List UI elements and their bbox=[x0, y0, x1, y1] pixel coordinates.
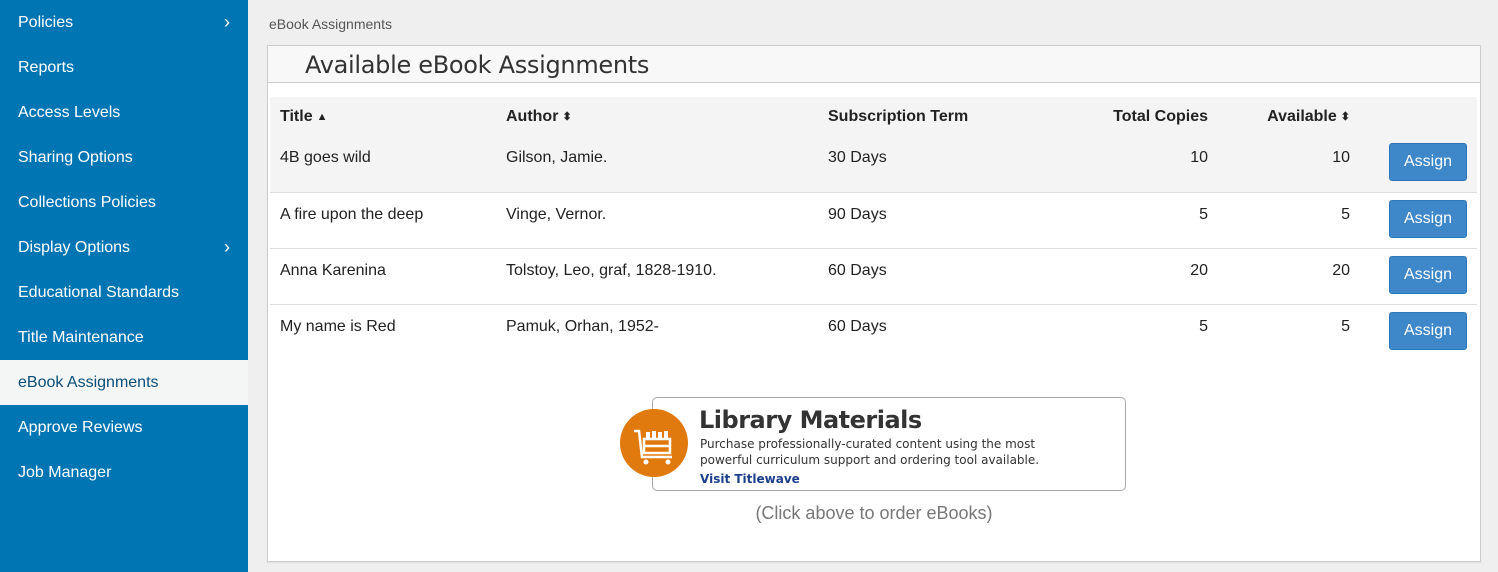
cell-author: Vinge, Vernor. bbox=[506, 205, 607, 223]
shopping-cart-icon bbox=[620, 409, 688, 477]
sidebar-item-job-manager[interactable]: Job Manager bbox=[0, 450, 248, 495]
cell-title: 4B goes wild bbox=[280, 149, 371, 166]
cell-total-copies: 5 bbox=[1199, 205, 1208, 223]
visit-titlewave-link[interactable]: Visit Titlewave bbox=[700, 472, 800, 486]
cell-total-copies: 20 bbox=[1190, 261, 1208, 279]
sidebar-item-label: Policies bbox=[18, 14, 74, 31]
cell-term: 60 Days bbox=[828, 261, 887, 279]
column-label: Title bbox=[280, 107, 313, 125]
column-header-total-copies: Total Copies bbox=[1018, 97, 1218, 136]
sidebar-item-label: eBook Assignments bbox=[18, 374, 159, 391]
assign-button[interactable]: Assign bbox=[1388, 311, 1467, 350]
sidebar: Policies › Reports Access Levels Sharing… bbox=[0, 0, 248, 572]
cell-title: Anna Karenina bbox=[280, 261, 386, 279]
sort-ascending-icon: ▲ bbox=[316, 110, 328, 123]
table-row: Anna Karenina Tolstoy, Leo, graf, 1828-1… bbox=[270, 248, 1477, 304]
assignments-table: Title ▲ Author ⬍ Subscription Term Total C… bbox=[270, 97, 1477, 360]
cell-available: 10 bbox=[1332, 149, 1350, 166]
column-header-subscription-term: Subscription Term bbox=[818, 97, 1018, 136]
sidebar-item-sharing-options[interactable]: Sharing Options bbox=[0, 135, 248, 180]
cell-author: Tolstoy, Leo, graf, 1828-1910. bbox=[506, 261, 717, 279]
chevron-right-icon: › bbox=[224, 12, 230, 32]
cell-action: Assign bbox=[1360, 304, 1477, 360]
table-row: My name is Red Pamuk, Orhan, 1952- 60 Da… bbox=[270, 304, 1477, 360]
column-header-title[interactable]: Title ▲ bbox=[270, 97, 496, 136]
cell-action: Assign bbox=[1360, 192, 1477, 248]
panel-header: Available eBook Assignments bbox=[268, 46, 1480, 83]
assign-button[interactable]: Assign bbox=[1388, 143, 1467, 181]
cell-available: 5 bbox=[1341, 317, 1350, 335]
cell-title: A fire upon the deep bbox=[280, 205, 424, 223]
sidebar-item-label: Sharing Options bbox=[18, 149, 133, 166]
sidebar-item-educational-standards[interactable]: Educational Standards bbox=[0, 270, 248, 315]
column-label: Total Copies bbox=[1113, 107, 1208, 125]
promo-description: Purchase professionally-curated content … bbox=[700, 436, 1120, 468]
assign-button[interactable]: Assign bbox=[1388, 199, 1467, 238]
sidebar-item-label: Approve Reviews bbox=[18, 419, 143, 436]
column-label: Subscription Term bbox=[828, 107, 969, 125]
sidebar-item-approve-reviews[interactable]: Approve Reviews bbox=[0, 405, 248, 450]
assignments-panel: Available eBook Assignments Title ▲ Autho… bbox=[267, 45, 1481, 562]
sidebar-item-title-maintenance[interactable]: Title Maintenance bbox=[0, 315, 248, 360]
promo-description-line: Purchase professionally-curated content … bbox=[700, 437, 1036, 451]
column-header-author[interactable]: Author ⬍ bbox=[496, 97, 818, 136]
sort-both-icon: ⬍ bbox=[1340, 110, 1350, 123]
cell-action: Assign bbox=[1360, 136, 1477, 192]
sidebar-item-ebook-assignments[interactable]: eBook Assignments bbox=[0, 360, 248, 405]
cell-term: 90 Days bbox=[828, 205, 887, 223]
sidebar-item-label: Display Options bbox=[18, 239, 131, 256]
cell-available: 20 bbox=[1332, 261, 1350, 279]
sidebar-item-label: Job Manager bbox=[18, 464, 112, 481]
sidebar-item-label: Collections Policies bbox=[18, 194, 156, 211]
table-header-row: Title ▲ Author ⬍ Subscription Term Total C… bbox=[270, 97, 1477, 136]
column-label: Author bbox=[506, 107, 559, 125]
sort-both-icon: ⬍ bbox=[562, 110, 572, 123]
page-title: Available eBook Assignments bbox=[305, 51, 650, 79]
cell-term: 60 Days bbox=[828, 317, 887, 335]
assign-button[interactable]: Assign bbox=[1388, 255, 1467, 294]
column-header-action bbox=[1360, 97, 1477, 136]
cell-action: Assign bbox=[1360, 248, 1477, 304]
sidebar-item-display-options[interactable]: Display Options › bbox=[0, 225, 248, 270]
cell-available: 5 bbox=[1341, 205, 1350, 223]
order-ebooks-caption: (Click above to order eBooks) bbox=[755, 503, 993, 523]
sidebar-item-label: Reports bbox=[18, 59, 75, 76]
chevron-right-icon: › bbox=[224, 237, 230, 257]
cell-title: My name is Red bbox=[280, 317, 396, 335]
column-header-available[interactable]: Available ⬍ bbox=[1218, 97, 1360, 136]
column-label: Available bbox=[1267, 107, 1337, 125]
breadcrumb: eBook Assignments bbox=[269, 16, 392, 32]
table-row: A fire upon the deep Vinge, Vernor. 90 D… bbox=[270, 192, 1477, 248]
sidebar-item-access-levels[interactable]: Access Levels bbox=[0, 90, 248, 135]
promo-title: Library Materials bbox=[699, 406, 922, 434]
sidebar-item-label: Title Maintenance bbox=[18, 329, 144, 346]
sidebar-item-collections-policies[interactable]: Collections Policies bbox=[0, 180, 248, 225]
cell-total-copies: 5 bbox=[1199, 317, 1208, 335]
cell-total-copies: 10 bbox=[1190, 149, 1208, 166]
sidebar-item-policies[interactable]: Policies › bbox=[0, 0, 248, 45]
sidebar-nav: Policies › Reports Access Levels Sharing… bbox=[0, 0, 248, 495]
promo-description-line: powerful curriculum support and ordering… bbox=[700, 453, 1040, 467]
table-row: 4B goes wild Gilson, Jamie. 30 Days 10 1… bbox=[270, 136, 1477, 192]
library-materials-banner[interactable]: Library Materials Purchase professionall… bbox=[620, 397, 1126, 491]
sidebar-item-reports[interactable]: Reports bbox=[0, 45, 248, 90]
sidebar-item-label: Educational Standards bbox=[18, 284, 179, 301]
sidebar-item-label: Access Levels bbox=[18, 104, 121, 121]
cell-author: Pamuk, Orhan, 1952- bbox=[506, 317, 659, 335]
cell-term: 30 Days bbox=[828, 149, 887, 166]
cell-author: Gilson, Jamie. bbox=[506, 149, 608, 166]
